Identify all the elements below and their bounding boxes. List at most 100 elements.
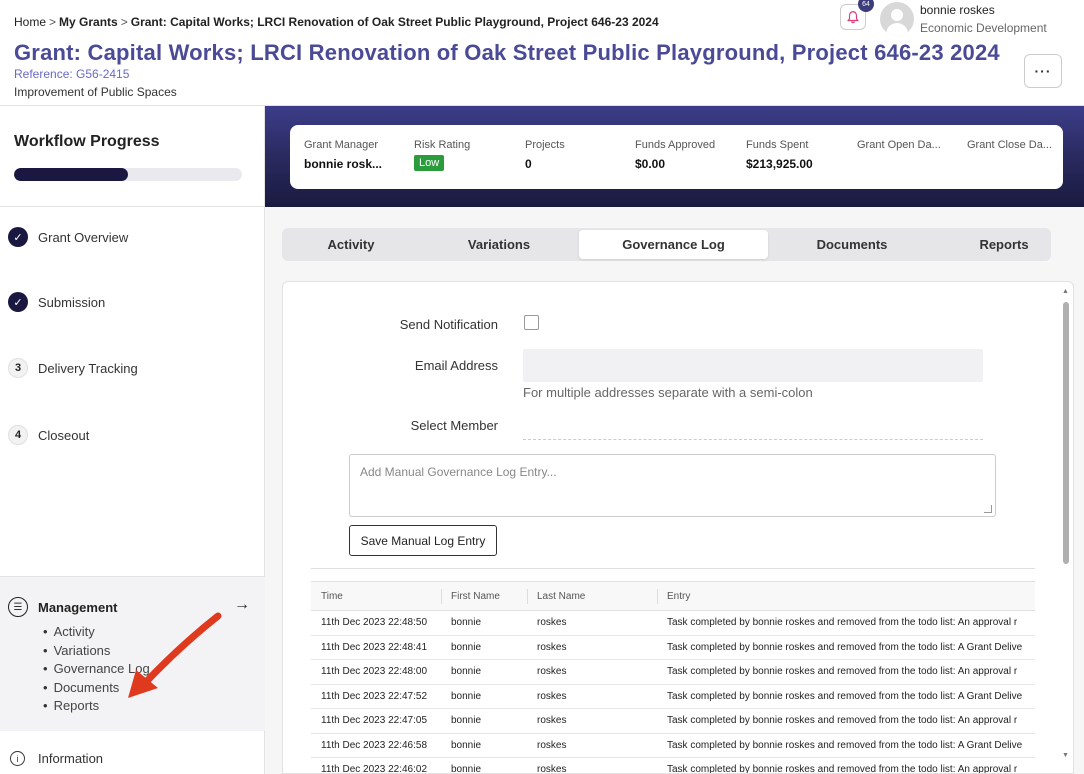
step-label: Submission: [38, 294, 106, 310]
save-manual-log-button[interactable]: Save Manual Log Entry: [349, 525, 497, 556]
stat-funds-spent: Funds Spent $213,925.00: [746, 139, 813, 171]
resize-handle-icon[interactable]: [984, 505, 992, 513]
grant-reference: Reference: G56-2415: [14, 67, 130, 81]
breadcrumb-separator: >: [49, 15, 57, 29]
cell-entry: Task completed by bonnie roskes and remo…: [657, 610, 1035, 636]
tab-governance-log[interactable]: Governance Log: [579, 230, 768, 259]
cell-first-name: bonnie: [441, 635, 527, 660]
info-icon: i: [10, 751, 25, 766]
cell-last-name: roskes: [527, 733, 657, 758]
workflow-progress-title: Workflow Progress: [14, 133, 160, 150]
breadcrumb-my-grants[interactable]: My Grants: [59, 15, 118, 29]
scroll-down-icon[interactable]: ▼: [1062, 752, 1069, 759]
information-item[interactable]: i Information: [10, 751, 103, 766]
cell-entry: Task completed by bonnie roskes and remo…: [657, 708, 1035, 734]
cell-entry: Task completed by bonnie roskes and remo…: [657, 659, 1035, 685]
list-icon: ☰: [8, 597, 28, 617]
panel-scrollbar[interactable]: ▲ ▼: [1061, 288, 1071, 766]
divider: [0, 206, 265, 207]
step-submission[interactable]: ✓ Submission: [8, 292, 105, 312]
cell-time: 11th Dec 2023 22:48:41: [311, 635, 441, 660]
table-row[interactable]: 11th Dec 2023 22:47:05 bonnie roskes Tas…: [311, 708, 1035, 734]
breadcrumb-current: Grant: Capital Works; LRCI Renovation of…: [130, 15, 659, 29]
tab-variations[interactable]: Variations: [432, 228, 566, 261]
cell-entry: Task completed by bonnie roskes and remo…: [657, 733, 1035, 758]
cell-last-name: roskes: [527, 659, 657, 685]
cell-time: 11th Dec 2023 22:46:58: [311, 733, 441, 758]
more-options-button[interactable]: ···: [1024, 54, 1062, 88]
management-item-variations[interactable]: Variations: [43, 642, 150, 661]
management-item-governance-log[interactable]: Governance Log: [43, 660, 150, 679]
arrow-right-icon[interactable]: →: [234, 596, 250, 614]
step-number: 4: [8, 425, 28, 445]
step-number: 3: [8, 358, 28, 378]
divider: [311, 568, 1035, 569]
management-item-documents[interactable]: Documents: [43, 679, 150, 698]
breadcrumb-home[interactable]: Home: [14, 15, 46, 29]
stat-grant-close-date: Grant Close Da...: [967, 139, 1052, 151]
stat-projects: Projects 0: [525, 139, 565, 171]
cell-last-name: roskes: [527, 708, 657, 734]
cell-time: 11th Dec 2023 22:47:05: [311, 708, 441, 734]
send-notification-label: Send Notification: [399, 317, 498, 332]
user-name[interactable]: bonnie roskes: [920, 3, 995, 17]
column-header-last-name[interactable]: Last Name: [527, 581, 657, 611]
table-row[interactable]: 11th Dec 2023 22:48:50 bonnie roskes Tas…: [311, 610, 1035, 636]
bell-icon: [847, 11, 859, 24]
cell-last-name: roskes: [527, 684, 657, 709]
page-title: Grant: Capital Works; LRCI Renovation of…: [14, 40, 1000, 65]
check-icon: ✓: [8, 292, 28, 312]
select-member-dropdown[interactable]: [523, 416, 983, 440]
stat-grant-open-date: Grant Open Da...: [857, 139, 941, 151]
workflow-progress-bar: [14, 168, 242, 181]
tab-reports[interactable]: Reports: [937, 228, 1071, 261]
email-address-input[interactable]: [523, 349, 983, 382]
cell-first-name: bonnie: [441, 659, 527, 685]
table-row[interactable]: 11th Dec 2023 22:48:00 bonnie roskes Tas…: [311, 659, 1035, 685]
tab-activity[interactable]: Activity: [282, 228, 420, 261]
grant-stats-card: Grant Manager bonnie rosk... Risk Rating…: [290, 125, 1063, 189]
governance-log-panel: Send Notification Email Address For mult…: [282, 281, 1074, 774]
management-header[interactable]: ☰ Management: [8, 597, 117, 617]
cell-first-name: bonnie: [441, 684, 527, 709]
cell-first-name: bonnie: [441, 708, 527, 734]
step-closeout[interactable]: 4 Closeout: [8, 425, 89, 445]
stat-funds-approved: Funds Approved $0.00: [635, 139, 716, 171]
step-label: Delivery Tracking: [38, 360, 138, 376]
cell-time: 11th Dec 2023 22:48:00: [311, 659, 441, 685]
email-address-label: Email Address: [414, 358, 498, 373]
tab-documents[interactable]: Documents: [782, 228, 922, 261]
step-label: Grant Overview: [38, 229, 129, 245]
column-header-first-name[interactable]: First Name: [441, 581, 527, 611]
email-hint: For multiple addresses separate with a s…: [523, 385, 813, 400]
table-row[interactable]: 11th Dec 2023 22:48:41 bonnie roskes Tas…: [311, 635, 1035, 660]
cell-first-name: bonnie: [441, 757, 527, 773]
manual-log-entry-textarea[interactable]: Add Manual Governance Log Entry...: [349, 454, 996, 517]
management-item-activity[interactable]: Activity: [43, 623, 150, 642]
cell-entry: Task completed by bonnie roskes and remo…: [657, 684, 1035, 709]
management-item-reports[interactable]: Reports: [43, 697, 150, 716]
sidebar: Workflow Progress ✓ Grant Overview ✓ Sub…: [0, 106, 265, 774]
textarea-placeholder: Add Manual Governance Log Entry...: [360, 465, 557, 479]
user-department: Economic Development: [920, 21, 1047, 35]
cell-time: 11th Dec 2023 22:48:50: [311, 610, 441, 636]
column-header-entry[interactable]: Entry: [657, 581, 1035, 611]
table-row[interactable]: 11th Dec 2023 22:46:58 bonnie roskes Tas…: [311, 733, 1035, 758]
scroll-thumb[interactable]: [1063, 302, 1069, 564]
risk-badge: Low: [414, 155, 445, 171]
workflow-progress-fill: [14, 168, 128, 181]
avatar[interactable]: [880, 2, 914, 36]
table-row[interactable]: 11th Dec 2023 22:47:52 bonnie roskes Tas…: [311, 684, 1035, 709]
scroll-up-icon[interactable]: ▲: [1062, 288, 1069, 295]
step-delivery-tracking[interactable]: 3 Delivery Tracking: [8, 358, 138, 378]
send-notification-checkbox[interactable]: [524, 315, 539, 330]
page-header: Home > My Grants > Grant: Capital Works; LRC…: [0, 0, 1084, 106]
management-list: Activity Variations Governance Log Docum…: [43, 623, 150, 716]
cell-time: 11th Dec 2023 22:46:02: [311, 757, 441, 773]
check-icon: ✓: [8, 227, 28, 247]
stat-grant-manager: Grant Manager bonnie rosk...: [304, 139, 383, 171]
step-grant-overview[interactable]: ✓ Grant Overview: [8, 227, 128, 247]
management-label: Management: [38, 599, 118, 615]
column-header-time[interactable]: Time: [311, 581, 441, 611]
table-row[interactable]: 11th Dec 2023 22:46:02 bonnie roskes Tas…: [311, 757, 1035, 773]
